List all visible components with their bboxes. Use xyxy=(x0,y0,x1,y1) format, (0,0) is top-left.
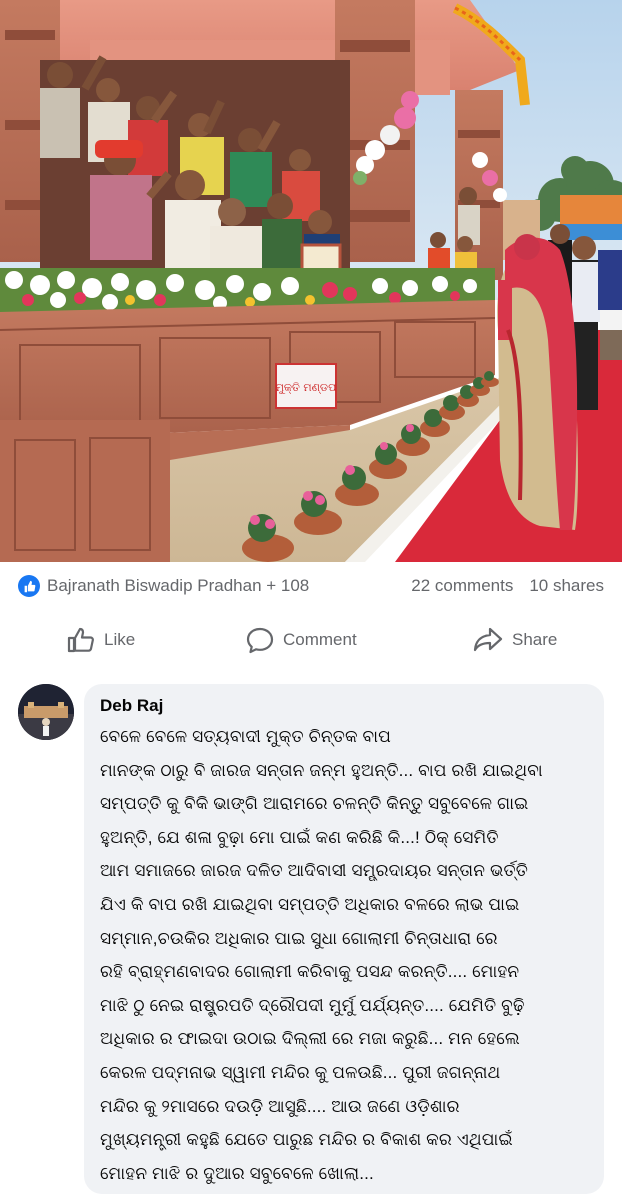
reactors[interactable]: Bajranath Biswadip Pradhan + 108 xyxy=(18,575,309,597)
comment-button[interactable]: Comment xyxy=(245,626,357,654)
comment-line: ମୁଖ୍ୟମନ୍ତ୍ରୀ କହୁଛି ଯେତେ ପାରୁଛ ମନ୍ଦିର ର ବ… xyxy=(100,1130,513,1150)
comment-bubble: Deb Raj ବେଳେ ବେଳେ ସତ୍ୟବାଦୀ ମୁକ୍ତ ଚିନ୍ତକ … xyxy=(84,684,604,1194)
share-arrow-icon xyxy=(473,627,503,652)
comment-text: ବେଳେ ବେଳେ ସତ୍ୟବାଦୀ ମୁକ୍ତ ଚିନ୍ତକ ବାପ ମାନଙ… xyxy=(100,720,590,1190)
comment-line: ମାଝି ଠୁ ନେଇ ରାଷ୍ଟ୍ରପତି ଦ୍ରୌପଦୀ ମୁର୍ମୁ ପର… xyxy=(100,995,525,1015)
comment-line: ମାନଙ୍କ ଠାରୁ ବି ଜାରଜ ସନ୍ତାନ ଜନ୍ମ ହୁଅନ୍ତି.… xyxy=(100,760,543,780)
comment-line: ମୋହନ ମାଝି ର ଦୁଆର ସବୁବେଳେ ଖୋଲା... xyxy=(100,1163,374,1183)
comment-line: ମନ୍ଦିର କୁ ୨ମାସରେ ଦଉଡ଼ି ଆସୁଛି.... ଆଉ ଜଣେ … xyxy=(100,1096,460,1116)
comment-bubble-icon xyxy=(246,627,274,654)
post-actions: Like Comment Share xyxy=(0,616,622,664)
commenter-avatar[interactable] xyxy=(18,684,74,740)
thumbs-up-icon xyxy=(67,627,94,653)
like-badge-icon xyxy=(18,575,40,597)
comment-count[interactable]: 22 comments xyxy=(411,576,513,596)
post-photo[interactable]: ମୁକ୍ତି ମଣ୍ଡପ xyxy=(0,0,622,562)
like-button[interactable]: Like xyxy=(66,626,135,654)
comment-line: ହୁଅନ୍ତି, ଯେ ଶଳା ବୁଢ଼ା ମୋ ପାଇଁ କଣ କରିଛି କ… xyxy=(100,827,499,847)
share-button[interactable]: Share xyxy=(472,626,557,654)
comment-label: Comment xyxy=(283,630,357,649)
reactions-summary: Bajranath Biswadip Pradhan + 108 22 comm… xyxy=(0,562,622,610)
share-label: Share xyxy=(512,630,558,649)
comment-line: ସମ୍ମାନ,ଚଉକିର ଅଧିକାର ପାଇ ସୁଧା ଗୋଲାମୀ ଚିନ୍… xyxy=(100,928,498,948)
like-label: Like xyxy=(104,630,136,649)
comment-line: ଆମ ସମାଜରେ ଜାରଜ ଦଳିତ ଆଦିବାସୀ ସମ୍ପ୍ରଦାୟର ସ… xyxy=(100,861,529,881)
comment-line: ଅଧିକାର ର ଫାଇଦା ଉଠାଇ ଦିଲ୍ଲୀ ରେ ମଜା କରୁଛି.… xyxy=(100,1029,520,1049)
comment-author[interactable]: Deb Raj xyxy=(100,694,590,718)
comment-line: ବେଳେ ବେଳେ ସତ୍ୟବାଦୀ ମୁକ୍ତ ଚିନ୍ତକ ବାପ xyxy=(100,727,392,746)
comment-line: କେରଳ ପଦ୍ମନାଭ ସ୍ୱାମୀ ମନ୍ଦିର କୁ ପଳଉଛି... ପ… xyxy=(100,1062,501,1082)
comment-line: ରହି ବ୍ରାହ୍ମଣବାଦର ଗୋଲାମୀ କରିବାକୁ ପସନ୍ଦ କର… xyxy=(100,962,520,982)
share-count[interactable]: 10 shares xyxy=(529,576,604,596)
reactor-names: Bajranath Biswadip Pradhan + 108 xyxy=(47,576,310,595)
signboard: ମୁକ୍ତି ମଣ୍ଡପ xyxy=(275,363,337,409)
comment-line: ସମ୍ପତ୍ତି କୁ ବିକି ଭାଙ୍ଗି ଆରାମରେ ଚଳନ୍ତି କି… xyxy=(100,794,529,814)
comment-line: ଯିଏ କି ବାପ ରଖି ଯାଇଥିବା ସମ୍ପତ୍ତି ଅଧିକାର ବ… xyxy=(100,894,520,914)
signboard-text: ମୁକ୍ତି ମଣ୍ଡପ xyxy=(276,381,337,395)
woman-in-saree xyxy=(497,234,578,530)
